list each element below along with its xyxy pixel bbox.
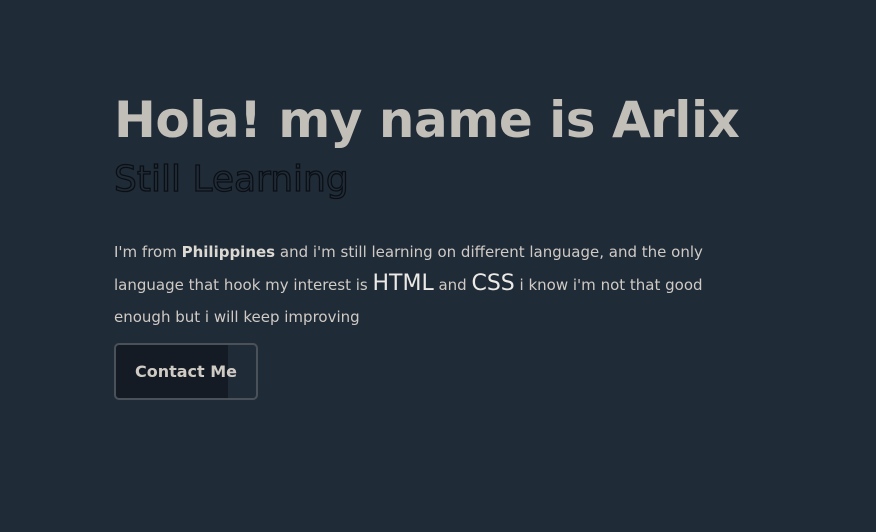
hero-subtitle: Still Learning bbox=[113, 158, 349, 200]
hero-section: Hola! my name is Arlix Still Learning I'… bbox=[113, 88, 794, 400]
intro-css-highlight: CSS bbox=[471, 271, 515, 296]
hero-intro-text: I'm from Philippines and i'm still learn… bbox=[114, 236, 754, 333]
intro-country: Philippines bbox=[181, 243, 276, 261]
intro-and: and bbox=[433, 276, 472, 294]
contact-me-button[interactable]: Contact Me bbox=[114, 343, 258, 400]
intro-text-part1: I'm from bbox=[114, 243, 182, 261]
hero-title: Hola! my name is Arlix bbox=[114, 91, 740, 149]
intro-html-highlight: HTML bbox=[372, 271, 434, 296]
